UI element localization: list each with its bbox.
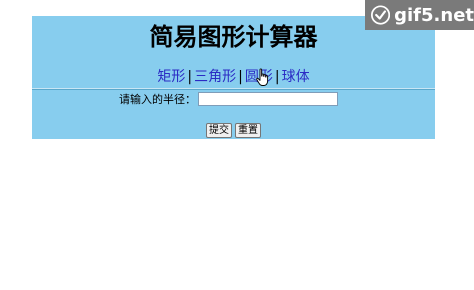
nav-link-sphere[interactable]: 球体 [282, 69, 310, 85]
nav-link-rectangle[interactable]: 矩形 [157, 69, 185, 85]
gif5-logo-icon [371, 5, 391, 25]
nav-separator: | [238, 69, 243, 85]
hand-pointer-icon [256, 68, 269, 86]
shape-nav: 矩形 | 三角形 | 圆形 | 球体 [32, 68, 435, 86]
radius-row: 请输入的半径： [119, 90, 338, 108]
calculator-panel: 简易图形计算器 矩形 | 三角形 | 圆形 | 球体 请输入的半径： 提交 重置 [32, 16, 435, 139]
nav-link-triangle[interactable]: 三角形 [194, 69, 236, 85]
form-buttons: 提交 重置 [206, 123, 261, 138]
radius-label: 请输入的半径： [119, 93, 196, 106]
radius-input[interactable] [198, 92, 338, 106]
nav-separator: | [187, 69, 193, 85]
nav-separator: | [274, 69, 280, 85]
submit-button[interactable]: 提交 [206, 123, 232, 138]
watermark: gif5.net [365, 0, 474, 30]
watermark-text: gif5.net [394, 4, 474, 26]
reset-button[interactable]: 重置 [235, 123, 261, 138]
